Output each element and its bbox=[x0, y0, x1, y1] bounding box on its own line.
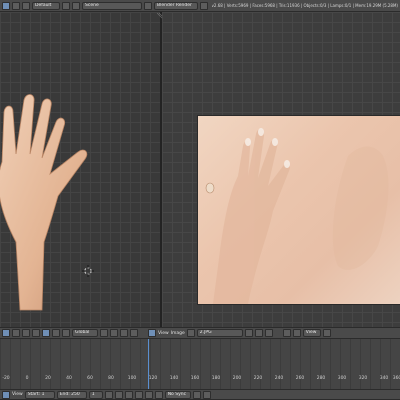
jump-end-icon[interactable] bbox=[154, 390, 163, 399]
view-dropdown[interactable]: View bbox=[302, 329, 321, 337]
hand-texture-icon bbox=[205, 128, 389, 304]
timeline-ruler: -20 0 20 40 60 80 100 120 140 160 180 20… bbox=[0, 376, 400, 383]
current-frame-field[interactable]: 1 bbox=[88, 390, 103, 399]
scene-stats: v2.68 | Verts:5969 | Faces:5968 | Tris:1… bbox=[211, 3, 398, 8]
layer-icon[interactable] bbox=[110, 329, 118, 337]
editor-type-icon[interactable] bbox=[2, 390, 10, 399]
blender-logo-icon bbox=[200, 1, 208, 10]
tick-label: 360 bbox=[392, 376, 400, 381]
tick-label: 60 bbox=[87, 376, 93, 381]
3d-viewport[interactable] bbox=[0, 12, 160, 327]
tick-label: -20 bbox=[2, 376, 10, 381]
manipulator-icon[interactable] bbox=[42, 329, 50, 337]
tick-label: 200 bbox=[232, 376, 242, 381]
tick-label: 180 bbox=[211, 376, 221, 381]
tick-label: 80 bbox=[108, 376, 114, 381]
sync-dropdown[interactable]: No Sync bbox=[164, 390, 191, 399]
tick-label: 0 bbox=[25, 376, 29, 381]
tick-label: 280 bbox=[316, 376, 326, 381]
start-frame-field[interactable]: Start: 1 bbox=[24, 390, 55, 399]
tick-label: 140 bbox=[169, 376, 179, 381]
tick-label: 160 bbox=[190, 376, 200, 381]
object-mode-icon[interactable] bbox=[12, 329, 20, 337]
record-icon[interactable] bbox=[192, 390, 201, 399]
channels-icon[interactable] bbox=[322, 329, 331, 337]
layer-icon[interactable] bbox=[100, 329, 108, 337]
screen-layout-field[interactable]: Default bbox=[32, 1, 60, 10]
tick-label: 260 bbox=[295, 376, 305, 381]
info-header: Default Scene Blender Render v2.68 | Ver… bbox=[0, 0, 400, 12]
play-icon[interactable] bbox=[134, 390, 143, 399]
image-editor-type-icon[interactable] bbox=[148, 329, 156, 337]
scene-icon[interactable] bbox=[72, 1, 80, 10]
editor-type-icon[interactable] bbox=[2, 1, 10, 10]
jump-start-icon[interactable] bbox=[104, 390, 113, 399]
shading-icon[interactable] bbox=[22, 329, 30, 337]
editor-type-icon[interactable] bbox=[2, 329, 10, 337]
tick-label: 20 bbox=[45, 376, 51, 381]
keying-set-icon[interactable] bbox=[202, 390, 211, 399]
render-icon[interactable] bbox=[130, 329, 138, 337]
snap-icon[interactable] bbox=[120, 329, 128, 337]
image-name-field[interactable]: 2.JPG bbox=[196, 329, 243, 337]
tick-label: 240 bbox=[274, 376, 284, 381]
hand-model[interactable] bbox=[0, 92, 100, 312]
timeline-area[interactable]: -20 0 20 40 60 80 100 120 140 160 180 20… bbox=[0, 339, 400, 389]
uv-sync-icon[interactable] bbox=[282, 329, 291, 337]
uv-select-icon[interactable] bbox=[292, 329, 301, 337]
menu-icon[interactable] bbox=[12, 1, 20, 10]
rotate-icon[interactable] bbox=[62, 329, 70, 337]
next-keyframe-icon[interactable] bbox=[144, 390, 153, 399]
prev-keyframe-icon[interactable] bbox=[114, 390, 123, 399]
view-menu[interactable]: View bbox=[158, 331, 169, 336]
add-scene-icon[interactable] bbox=[144, 1, 152, 10]
tick-label: 40 bbox=[66, 376, 72, 381]
tick-label: 220 bbox=[253, 376, 263, 381]
timeline-header: View Start: 1 End: 250 1 No Sync bbox=[0, 389, 400, 400]
3d-cursor-icon[interactable] bbox=[82, 265, 94, 277]
timeline-view-menu[interactable]: View bbox=[12, 392, 23, 397]
image-browse-icon[interactable] bbox=[186, 329, 195, 337]
add-layout-icon[interactable] bbox=[62, 1, 70, 10]
uv-texture-image bbox=[198, 116, 400, 304]
tick-label: 300 bbox=[337, 376, 347, 381]
translate-icon[interactable] bbox=[52, 329, 60, 337]
play-reverse-icon[interactable] bbox=[124, 390, 133, 399]
editor-header: Global View Image 2.JPG View bbox=[0, 327, 400, 339]
render-engine-dropdown[interactable]: Blender Render bbox=[154, 1, 198, 10]
tick-label: 120 bbox=[148, 376, 158, 381]
orientation-dropdown[interactable]: Global bbox=[72, 329, 98, 337]
new-image-icon[interactable] bbox=[254, 329, 263, 337]
pivot-icon[interactable] bbox=[32, 329, 40, 337]
screen-layout-icon[interactable] bbox=[22, 1, 30, 10]
tick-label: 340 bbox=[379, 376, 389, 381]
fake-user-icon[interactable] bbox=[244, 329, 253, 337]
tick-label: 100 bbox=[127, 376, 137, 381]
scene-field[interactable]: Scene bbox=[82, 1, 142, 10]
image-editor[interactable] bbox=[162, 12, 400, 327]
pin-icon[interactable] bbox=[264, 329, 273, 337]
end-frame-field[interactable]: End: 250 bbox=[56, 390, 87, 399]
image-menu[interactable]: Image bbox=[171, 331, 185, 336]
tick-label: 320 bbox=[358, 376, 368, 381]
